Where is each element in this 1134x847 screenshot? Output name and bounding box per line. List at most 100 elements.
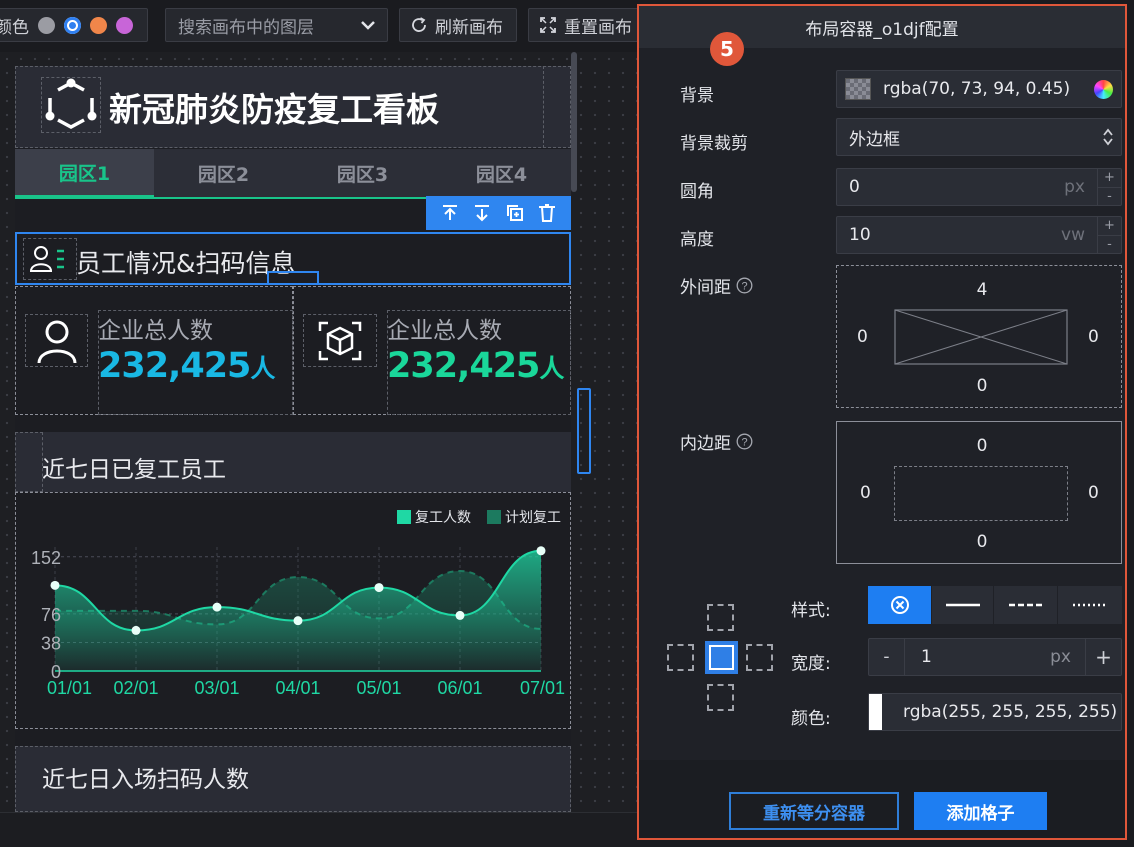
reset-canvas-button[interactable]: 重置画布 [528,8,646,42]
clip-value: 外边框 [849,129,900,150]
tab-park-2[interactable]: 园区2 [154,149,293,197]
help-icon[interactable]: ? [736,277,753,294]
border-color-field[interactable]: rgba(255, 255, 255, 255) [868,693,1122,731]
color-swatch-orange[interactable] [90,16,107,34]
refresh-icon [412,17,426,32]
refresh-canvas-button[interactable]: 刷新画布 [399,8,517,42]
border-style-solid[interactable] [932,586,994,624]
radius-label: 圆角 [680,182,714,202]
tab-park-3[interactable]: 园区3 [293,149,432,197]
data-point [536,546,546,556]
border-color-value: rgba(255, 255, 255, 255) [903,702,1118,722]
border-color-label: 颜色: [791,709,831,729]
color-swatch-purple[interactable] [116,16,133,34]
chevron-down-icon [361,21,375,30]
padding-top-value[interactable]: 0 [972,436,992,456]
color-label: 颜色 [0,17,29,38]
stat-1-label: 企业总人数 [98,318,213,344]
x-tick-label: 02/01 [113,678,158,698]
margin-preview-box [894,309,1068,365]
user-icon-cell [25,314,88,367]
radius-stepper: + - [1097,169,1121,205]
resize-handle[interactable] [267,271,319,285]
increment-button[interactable]: + [1098,169,1121,188]
margin-label: 外间距 [680,278,731,298]
tab-park-4[interactable]: 园区4 [432,149,571,197]
solid-line-icon [945,603,980,607]
margin-bottom-value[interactable]: 0 [972,376,992,396]
border-left-toggle[interactable] [667,644,694,671]
layer-search-select[interactable]: 搜索画布中的图层 [165,8,388,42]
border-width-unit: px [1050,647,1071,667]
move-up-icon[interactable] [440,203,460,223]
cube-scan-icon [318,321,362,360]
border-right-toggle[interactable] [746,644,773,671]
decrease-button[interactable]: - [869,639,905,675]
color-wheel-icon[interactable] [1094,79,1113,99]
data-point [455,610,465,620]
decrement-button[interactable]: - [1098,188,1121,206]
stat-1-unit: 人 [250,354,276,383]
margin-left-value[interactable]: 0 [857,327,868,347]
add-cell-button[interactable]: 添加格子 [914,792,1047,830]
dotted-line-icon [1073,603,1107,607]
margin-label-group: 外间距 ? [680,273,753,298]
padding-left-value[interactable]: 0 [860,483,871,503]
decrement-button[interactable]: - [1098,236,1121,254]
user-list-icon-cell [23,238,77,280]
border-style-dotted[interactable] [1058,586,1122,624]
radius-unit: px [1064,177,1085,197]
clip-label: 背景裁剪 [680,134,748,154]
clip-select[interactable]: 外边框 [836,118,1122,156]
box-icon-cell [303,314,377,367]
help-icon[interactable]: ? [736,433,753,450]
tab-label: 园区1 [58,162,111,185]
height-input[interactable]: 10 vw + - [836,216,1122,254]
data-point [212,602,222,612]
border-all-toggle-active[interactable] [705,641,738,674]
color-swatch [845,78,871,100]
stat-2-value-group: 232,425人 [387,346,564,386]
y-tick-label: 152 [31,548,61,568]
layer-search-placeholder: 搜索画布中的图层 [178,17,314,38]
radius-input[interactable]: 0 px + - [836,168,1122,206]
x-tick-label: 03/01 [194,678,239,698]
border-width-label: 宽度: [791,654,831,674]
margin-top-value[interactable]: 4 [972,280,992,300]
canvas-scrollbar[interactable] [571,52,577,192]
delete-icon[interactable] [537,203,557,223]
copy-icon[interactable] [505,203,525,223]
y-tick-label: 38 [41,633,61,653]
border-style-none[interactable] [868,586,932,624]
dashboard-title: 新冠肺炎防疫复工看板 [109,90,439,129]
dashed-line-icon [1008,603,1043,607]
increase-button[interactable]: + [1085,639,1121,675]
padding-bottom-value[interactable]: 0 [972,532,992,552]
svg-text:?: ? [741,437,747,449]
border-bottom-toggle[interactable] [707,684,734,711]
move-down-icon[interactable] [472,203,492,223]
title-filler-cell [543,66,571,148]
background-color-field[interactable]: rgba(70, 73, 94, 0.45) [836,70,1122,108]
tab-park-1[interactable]: 园区1 [15,149,154,197]
panel-title: 布局容器_o1djf配置 [805,19,959,40]
padding-preview-box [894,466,1068,521]
increment-button[interactable]: + [1098,217,1121,236]
border-all-icon [709,645,734,670]
border-top-toggle[interactable] [707,604,734,631]
reset-grid-button[interactable]: 重新等分容器 [729,792,899,830]
margin-right-value[interactable]: 0 [1088,327,1099,347]
config-panel: 布局容器_o1djf配置 5 背景 rgba(70, 73, 94, 0.45)… [637,4,1127,840]
color-swatch-gray[interactable] [38,16,55,34]
padding-label-group: 内边距 ? [680,429,753,454]
border-style-segment [868,586,1122,624]
tab-label: 园区4 [475,163,528,186]
line-chart: 0387615201/01 02/01 03/01 04/01 05/01 06/01 07… [31,509,565,698]
select-arrows-icon [1103,128,1113,146]
border-style-dashed[interactable] [994,586,1058,624]
border-width-value[interactable]: 1 [905,647,1050,667]
side-resize-handle[interactable] [577,388,591,474]
logo-cell [41,77,101,133]
color-swatch-blue[interactable] [64,16,81,34]
padding-right-value[interactable]: 0 [1088,483,1099,503]
